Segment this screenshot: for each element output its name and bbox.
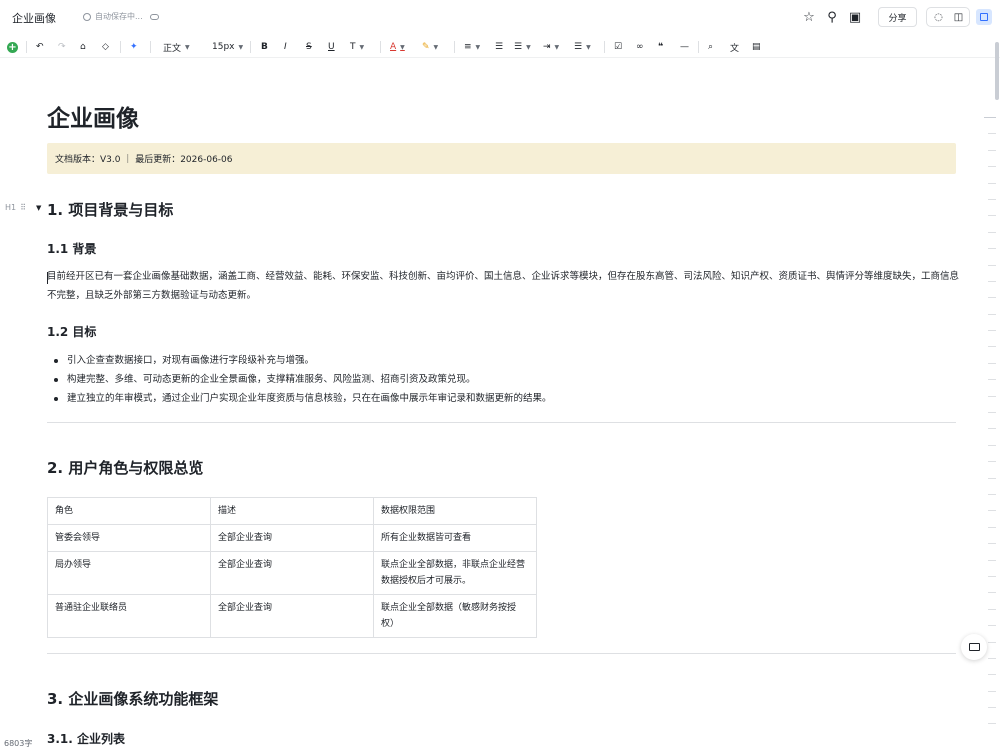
present-icon[interactable]: ▣ [844, 6, 866, 28]
version-callout: 文档版本：V3.0 ｜ 最后更新：2026-06-06 [47, 143, 956, 174]
keyboard-shortcut-button[interactable] [961, 634, 987, 660]
block-handle[interactable]: H1 ⠿ [5, 203, 26, 212]
add-collaborator-icon[interactable]: ⚲ [821, 6, 843, 28]
table-cell[interactable]: 全部企业查询 [210, 524, 374, 552]
indent-icon[interactable]: ⇥ ▼ [543, 38, 559, 56]
insert-block-button[interactable]: + [7, 38, 18, 56]
highlight-icon[interactable]: ✎ ▼ [422, 38, 438, 56]
top-right-actions: ☆ ⚲ ▣ 分享 ◌ ◫ [797, 6, 992, 28]
table-cell[interactable]: 联点企业全部数据，非联点企业经营数据授权后才可展示。 [373, 551, 537, 595]
table-cell[interactable]: 管委会领导 [47, 524, 211, 552]
divider [47, 653, 956, 654]
doc-name[interactable]: 企业画像 [12, 10, 56, 26]
list-item[interactable]: 引入企查查数据接口，对现有画像进行字段级补充与增强。 [53, 351, 552, 370]
numbered-list-icon[interactable]: ☰ ▼ [514, 38, 531, 56]
keyboard-icon [968, 643, 980, 651]
plus-icon: + [7, 41, 18, 53]
block-type-label: H1 [5, 203, 17, 212]
drag-handle-icon[interactable]: ⠿ [20, 203, 26, 212]
list-item[interactable]: 构建完整、多维、可动态更新的企业全景画像，支撑精准服务、风险监测、招商引资及政策… [53, 370, 552, 389]
heading-1-1: 1.1 背景 [47, 242, 97, 256]
table-cell[interactable]: 联点企业全部数据（敏感财务按授权） [373, 594, 537, 638]
share-button[interactable]: 分享 [878, 7, 917, 27]
quote-icon[interactable]: ❝ [658, 38, 663, 56]
bold-icon[interactable]: B [261, 38, 268, 56]
autosave-status: 自动保存中... [83, 11, 159, 22]
table-row: 局办领导 全部企业查询 联点企业全部数据，非联点企业经营数据授权后才可展示。 [47, 551, 537, 595]
search-replace-icon[interactable]: ⌕ [708, 38, 713, 56]
italic-icon[interactable]: I [284, 38, 287, 56]
heading-3: 3. 企业画像系统功能框架 [47, 690, 219, 708]
checkbox-icon[interactable]: ☑ [614, 38, 622, 56]
font-size-select[interactable]: 15px ▼ [212, 38, 243, 56]
divider-icon[interactable]: — [680, 38, 689, 56]
list-item[interactable]: 建立独立的年审模式，通过企业门户实现企业年度资质与信息核验，只在在画像中展示年审… [53, 389, 552, 408]
format-painter-icon[interactable]: ⌂ [80, 38, 86, 56]
line-spacing-icon[interactable]: ☰ ▼ [574, 38, 591, 56]
format-toolbar: + ↶ ↷ ⌂ ◇ ✦ 正文 ▼ 15px ▼ B I S U T ▼ A ▼ ✎ ▼ ≡… [0, 36, 1000, 58]
ai-icon[interactable]: ✦ [130, 38, 138, 56]
undo-icon[interactable]: ↶ [36, 38, 44, 56]
divider [47, 422, 956, 423]
word-count: 6803字 [4, 739, 33, 748]
heading-2: 2. 用户角色与权限总览 [47, 459, 204, 477]
table-cell[interactable]: 所有企业数据皆可查看 [373, 524, 537, 552]
font-size-label: 15px [212, 42, 235, 52]
page-title: 企业画像 [47, 106, 139, 132]
paragraph-style-label: 正文 [163, 43, 182, 54]
table-cell[interactable]: 全部企业查询 [210, 551, 374, 595]
table-header-row: 角色 描述 数据权限范围 [47, 497, 537, 525]
table-header-cell[interactable]: 角色 [47, 497, 211, 525]
paragraph-style-select[interactable]: 正文 ▼ [163, 38, 190, 56]
fold-caret-icon[interactable]: ▼ [36, 204, 41, 212]
redo-icon[interactable]: ↷ [58, 38, 66, 56]
sync-icon [83, 12, 91, 21]
top-bar: 企业画像 自动保存中... ☆ ⚲ ▣ 分享 ◌ ◫ [0, 0, 1000, 34]
heading-3-1: 3.1. 企业列表 [47, 732, 125, 746]
role-permission-table: 角色 描述 数据权限范围 管委会领导 全部企业查询 所有企业数据皆可查看 局办领… [47, 497, 537, 638]
comment-icon[interactable]: ◌ [929, 8, 948, 26]
strikethrough-icon[interactable]: S [306, 38, 312, 56]
background-paragraph[interactable]: 目前经开区已有一套企业画像基础数据，涵盖工商、经营效益、能耗、环保安监、科技创新… [47, 267, 959, 305]
align-icon[interactable]: ≡ ▼ [464, 38, 480, 56]
document-info-icon[interactable]: ▤ [752, 38, 761, 56]
table-header-cell[interactable]: 描述 [210, 497, 374, 525]
table-header-cell[interactable]: 数据权限范围 [373, 497, 537, 525]
underline-icon[interactable]: U [328, 38, 335, 56]
clear-format-icon[interactable]: ◇ [102, 38, 109, 56]
outline-toggle-icon[interactable] [976, 9, 992, 25]
goal-list: 引入企查查数据接口，对现有画像进行字段级补充与增强。 构建完整、多维、可动态更新… [53, 351, 552, 408]
cloud-icon [149, 13, 159, 20]
table-row: 管委会领导 全部企业查询 所有企业数据皆可查看 [47, 524, 537, 552]
heading-1-2: 1.2 目标 [47, 325, 97, 339]
table-cell[interactable]: 全部企业查询 [210, 594, 374, 638]
font-color-icon[interactable]: A ▼ [390, 38, 405, 56]
star-icon[interactable]: ☆ [798, 6, 820, 28]
bullet-list-icon[interactable]: ☰ [495, 38, 503, 56]
translate-icon[interactable]: 文 [730, 38, 739, 56]
panel-toggle-group: ◌ ◫ [926, 7, 970, 27]
autosave-text: 自动保存中... [95, 12, 143, 21]
scrollbar[interactable] [995, 42, 999, 100]
table-row: 普通驻企业联络员 全部企业查询 联点企业全部数据（敏感财务按授权） [47, 594, 537, 638]
heading-1: 1. 项目背景与目标 [47, 201, 174, 219]
text-effect-icon[interactable]: T ▼ [350, 38, 364, 56]
table-cell[interactable]: 普通驻企业联络员 [47, 594, 211, 638]
link-icon[interactable]: ∞ [636, 38, 644, 56]
table-cell[interactable]: 局办领导 [47, 551, 211, 595]
sidebar-icon[interactable]: ◫ [949, 8, 968, 26]
